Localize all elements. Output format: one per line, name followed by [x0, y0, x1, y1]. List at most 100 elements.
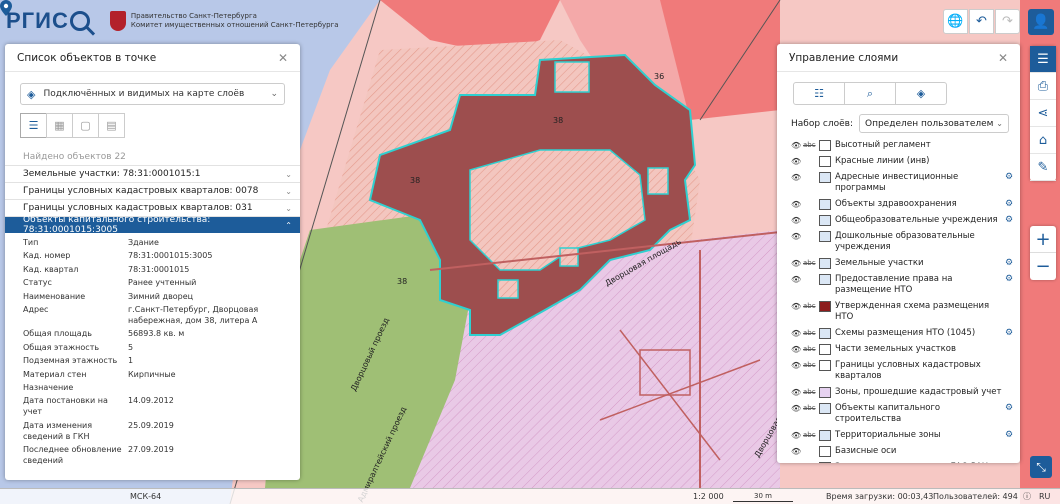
gear-icon[interactable]: ⚙ [1005, 328, 1013, 339]
layers-panel: Управление слоями ✕ ☷ ⌕ ◈ Набор слоёв: О… [777, 44, 1020, 463]
label-toggle[interactable]: abc [803, 360, 819, 371]
eye-icon[interactable]: 👁 [791, 403, 803, 414]
label-toggle[interactable]: abc [803, 140, 819, 151]
layer-row[interactable]: 👁 Общеобразовательные учреждения ⚙ [791, 215, 1020, 226]
group-row-active[interactable]: Объекты капитального строительства: 78:3… [5, 215, 300, 235]
gear-icon[interactable]: ⚙ [1005, 172, 1013, 183]
table-view-button[interactable]: ▦ [46, 113, 73, 138]
attribute-value: Зимний дворец [128, 291, 194, 301]
layers-button[interactable]: ☰ [1030, 46, 1056, 73]
layer-name: Территориальные зоны [835, 430, 941, 440]
layer-row[interactable]: 👁 abc Высотный регламент [791, 140, 1020, 151]
layers-icon: ◈ [916, 87, 926, 100]
gear-icon[interactable]: ⚙ [1005, 403, 1013, 414]
group-row[interactable]: Границы условных кадастровых кварталов: … [5, 199, 300, 216]
layer-row[interactable]: 👁 abc Границы условных кадастровых квартал… [791, 360, 1020, 382]
label-toggle[interactable]: abc [803, 387, 819, 398]
layer-name: Зоны, прошедшие кадастровый учет [835, 387, 1002, 397]
eye-icon[interactable]: 👁 [791, 344, 803, 355]
layer-row[interactable]: 👁 Базисные оси [791, 446, 1020, 457]
layer-row[interactable]: 👁 abc Объекты капитального строительства ⚙ [791, 403, 1020, 425]
layer-row[interactable]: 👁 abc Утвержденная схема размещения НТО [791, 301, 1020, 323]
eye-icon[interactable]: 👁 [791, 387, 803, 398]
layer-row[interactable]: 👁 abc Части земельных участков [791, 344, 1020, 355]
zoom-in-button[interactable]: + [1030, 226, 1056, 253]
gear-icon[interactable]: ⚙ [1005, 274, 1013, 285]
label-toggle[interactable]: abc [803, 258, 819, 269]
home-button[interactable]: ⌂ [1030, 127, 1056, 154]
label-toggle[interactable]: abc [803, 344, 819, 355]
logo[interactable]: РГИС Правительство Санкт-Петербурга Коми… [6, 6, 339, 36]
layer-symbol-icon [819, 172, 831, 183]
tab-search[interactable]: ⌕ [844, 82, 896, 105]
eye-icon[interactable]: 👁 [791, 430, 803, 441]
label-toggle[interactable]: abc [803, 403, 819, 414]
table-icon: ▦ [54, 119, 65, 132]
undo-button[interactable]: ↶ [969, 9, 994, 34]
layer-row[interactable]: 👁 abc Территориальные зоны ⚙ [791, 430, 1020, 441]
label-toggle[interactable]: abc [803, 301, 819, 312]
redo-button[interactable]: ↷ [995, 9, 1020, 34]
attribute-value [128, 382, 293, 393]
eye-icon[interactable]: 👁 [791, 215, 803, 226]
gear-icon[interactable]: ⚙ [1005, 258, 1013, 269]
eye-icon[interactable]: 👁 [791, 360, 803, 371]
gov-text: Правительство Санкт-Петербурга Комитет и… [131, 12, 339, 30]
zoom-out-button[interactable]: − [1030, 253, 1056, 280]
draw-button[interactable]: ✎ [1030, 154, 1056, 181]
eye-icon[interactable]: 👁 [791, 258, 803, 269]
layer-name: Адресные инвестиционные программы [835, 172, 959, 193]
fullscreen-button[interactable]: ⤡ [1030, 456, 1052, 478]
eye-icon[interactable]: 👁 [791, 199, 803, 210]
label-toggle[interactable]: abc [803, 328, 819, 339]
gear-icon[interactable]: ⚙ [1005, 430, 1013, 441]
layer-set-select[interactable]: Определен пользователем ⌄ [859, 114, 1009, 133]
layer-row[interactable]: 👁 Дошкольные образовательные учреждения [791, 231, 1020, 253]
attribute-key: Материал стен [23, 369, 87, 379]
layer-row[interactable]: 👁 Адресные инвестиционные программы ⚙ [791, 172, 1020, 194]
doc-view-button[interactable]: ▤ [98, 113, 125, 138]
eye-icon[interactable]: 👁 [791, 462, 803, 463]
load-time: Время загрузки: 00:03,43 [826, 492, 934, 501]
label-toggle[interactable]: abc [803, 430, 819, 441]
group-row[interactable]: Земельные участки: 78:31:0001015:1 ⌄ [5, 165, 300, 182]
language-switch[interactable]: RU [1039, 492, 1050, 501]
eye-icon[interactable]: 👁 [791, 231, 803, 242]
chevron-down-icon: ⌄ [285, 203, 292, 213]
layer-row[interactable]: 👁abc Защитная парковая зона ГАО РАН [791, 462, 1020, 463]
plus-icon: + [1035, 228, 1051, 250]
layer-row[interactable]: 👁 Предоставление права на размещение НТО ⚙ [791, 274, 1020, 296]
gear-icon[interactable]: ⚙ [1005, 199, 1013, 210]
layer-row[interactable]: 👁 abc Зоны, прошедшие кадастровый учет [791, 387, 1020, 398]
eye-icon[interactable]: 👁 [791, 140, 803, 151]
eye-icon[interactable]: 👁 [791, 156, 803, 167]
eye-icon[interactable]: 👁 [791, 328, 803, 339]
tab-layers[interactable]: ◈ [895, 82, 947, 105]
label-toggle[interactable]: abc [803, 462, 819, 463]
attribute-value: 56893.8 кв. м [128, 329, 185, 339]
layer-name: Границы условных кадастровых кварталов [835, 360, 981, 381]
close-icon[interactable]: ✕ [998, 51, 1008, 65]
card-view-button[interactable]: ▢ [72, 113, 99, 138]
layer-row[interactable]: 👁 Красные линии (инв) [791, 156, 1020, 167]
eye-icon[interactable]: 👁 [791, 274, 803, 285]
eye-icon[interactable]: 👁 [791, 301, 803, 312]
list-view-button[interactable]: ☰ [20, 113, 47, 138]
gear-icon[interactable]: ⚙ [1005, 215, 1013, 226]
eye-icon[interactable]: 👁 [791, 446, 803, 457]
close-icon[interactable]: ✕ [278, 51, 288, 65]
layer-filter-select[interactable]: ◈ Подключённых и видимых на карте слоёв … [20, 83, 285, 105]
user-button[interactable]: 👤 [1028, 9, 1054, 35]
layer-symbol-icon [819, 199, 831, 210]
layer-row[interactable]: 👁 abc Земельные участки ⚙ [791, 258, 1020, 269]
top-toolbar: 🌐 ↶ ↷ [943, 9, 1020, 34]
tab-list[interactable]: ☷ [793, 82, 845, 105]
layer-row[interactable]: 👁 abc Схемы размещения НТО (1045) ⚙ [791, 328, 1020, 339]
share-button[interactable]: ⋖ [1030, 100, 1056, 127]
layer-row[interactable]: 👁 Объекты здравоохранения ⚙ [791, 199, 1020, 210]
globe-button[interactable]: 🌐 [943, 9, 968, 34]
eye-icon[interactable]: 👁 [791, 172, 803, 183]
group-row[interactable]: Границы условных кадастровых кварталов: … [5, 182, 300, 199]
info-icon[interactable]: ⓘ [1023, 491, 1031, 502]
print-button[interactable]: ⎙ [1030, 73, 1056, 100]
